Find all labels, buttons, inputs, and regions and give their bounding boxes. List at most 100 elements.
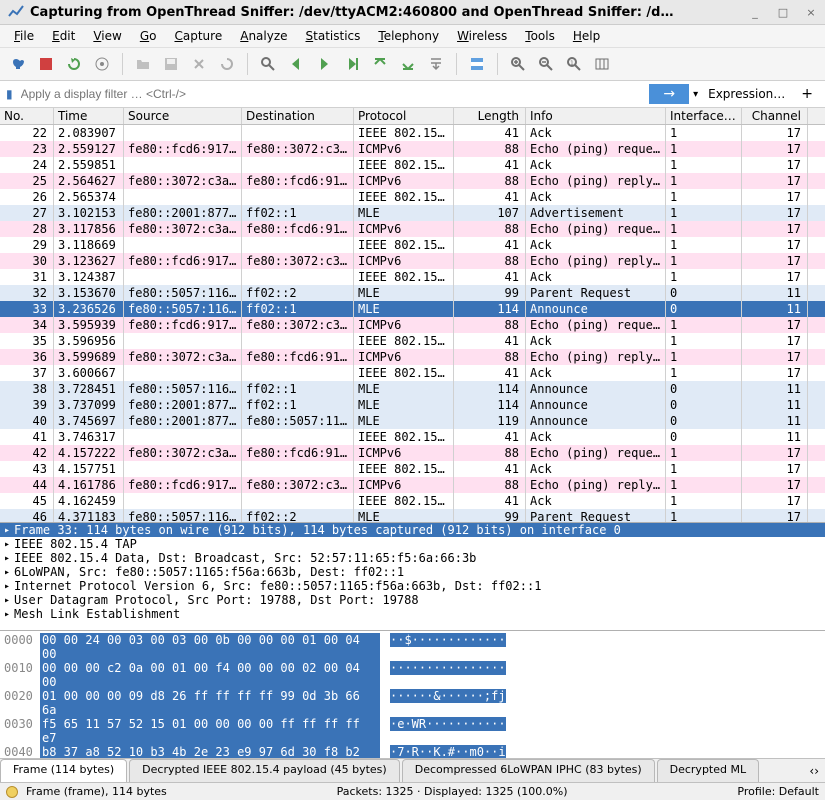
hex-row[interactable]: 000000 00 24 00 03 00 03 00 0b 00 00 00 … <box>4 633 821 661</box>
save-file-icon[interactable] <box>159 52 183 76</box>
packet-row[interactable]: 222.083907IEEE 802.15.441Ack117 <box>0 125 825 141</box>
bytes-tab[interactable]: Decrypted IEEE 802.15.4 payload (45 byte… <box>129 759 400 782</box>
hex-row[interactable]: 002001 00 00 00 09 d8 26 ff ff ff ff 99 … <box>4 689 821 717</box>
packet-list[interactable]: No.TimeSourceDestinationProtocolLengthIn… <box>0 108 825 522</box>
go-first-icon[interactable] <box>368 52 392 76</box>
column-header[interactable]: Channel <box>742 108 808 124</box>
packet-row[interactable]: 373.600667IEEE 802.15.441Ack117 <box>0 365 825 381</box>
column-header[interactable]: Destination <box>242 108 354 124</box>
add-filter-button[interactable]: + <box>795 84 819 104</box>
hex-row[interactable]: 0030f5 65 11 57 52 15 01 00 00 00 00 ff … <box>4 717 821 745</box>
packet-row[interactable]: 454.162459IEEE 802.15.441Ack117 <box>0 493 825 509</box>
column-header[interactable]: Time <box>54 108 124 124</box>
packet-bytes[interactable]: 000000 00 24 00 03 00 03 00 0b 00 00 00 … <box>0 630 825 758</box>
autoscroll-icon[interactable] <box>424 52 448 76</box>
menu-file[interactable]: File <box>6 27 42 45</box>
packet-row[interactable]: 393.737099fe80::2001:877…ff02::1MLE114An… <box>0 397 825 413</box>
packet-row[interactable]: 273.102153fe80::2001:877…ff02::1MLE107Ad… <box>0 205 825 221</box>
filter-dropdown-icon[interactable]: ▾ <box>693 89 698 100</box>
zoom-reset-icon[interactable]: 1 <box>562 52 586 76</box>
restart-capture-icon[interactable] <box>62 52 86 76</box>
expand-icon[interactable]: ▸ <box>4 581 10 592</box>
expand-icon[interactable]: ▸ <box>4 595 10 606</box>
menu-edit[interactable]: Edit <box>44 27 83 45</box>
expand-icon[interactable]: ▸ <box>4 525 10 536</box>
zoom-in-icon[interactable] <box>506 52 530 76</box>
bytes-tab[interactable]: Frame (114 bytes) <box>0 759 127 782</box>
column-header[interactable]: Source <box>124 108 242 124</box>
reload-icon[interactable] <box>215 52 239 76</box>
menu-tools[interactable]: Tools <box>517 27 563 45</box>
colorize-icon[interactable] <box>465 52 489 76</box>
packet-row[interactable]: 444.161786fe80::fcd6:917…fe80::3072:c3…I… <box>0 477 825 493</box>
packet-row[interactable]: 323.153670fe80::5057:116…ff02::2MLE99Par… <box>0 285 825 301</box>
packet-row[interactable]: 343.595939fe80::fcd6:917…fe80::3072:c3…I… <box>0 317 825 333</box>
close-button[interactable]: × <box>805 6 817 18</box>
go-forward-icon[interactable] <box>312 52 336 76</box>
minimize-button[interactable]: _ <box>749 6 761 18</box>
packet-row[interactable]: 333.236526fe80::5057:116…ff02::1MLE114An… <box>0 301 825 317</box>
tab-scroll-right-icon[interactable]: › <box>814 764 819 778</box>
tree-item[interactable]: ▸Internet Protocol Version 6, Src: fe80:… <box>0 579 825 593</box>
expand-icon[interactable]: ▸ <box>4 553 10 564</box>
start-capture-icon[interactable] <box>6 52 30 76</box>
go-last-icon[interactable] <box>396 52 420 76</box>
bytes-tab[interactable]: Decrypted ML <box>657 759 759 782</box>
tree-item[interactable]: ▸6LoWPAN, Src: fe80::5057:1165:f56a:663b… <box>0 565 825 579</box>
packet-row[interactable]: 363.599689fe80::3072:c3a…fe80::fcd6:91…I… <box>0 349 825 365</box>
display-filter-input[interactable] <box>17 83 646 105</box>
stop-capture-icon[interactable] <box>34 52 58 76</box>
packet-row[interactable]: 313.124387IEEE 802.15.441Ack117 <box>0 269 825 285</box>
tree-item[interactable]: ▸IEEE 802.15.4 Data, Dst: Broadcast, Src… <box>0 551 825 565</box>
status-profile[interactable]: Profile: Default <box>737 785 819 798</box>
packet-row[interactable]: 383.728451fe80::5057:116…ff02::1MLE114An… <box>0 381 825 397</box>
column-header[interactable]: No. <box>0 108 54 124</box>
packet-row[interactable]: 242.559851IEEE 802.15.441Ack117 <box>0 157 825 173</box>
zoom-out-icon[interactable] <box>534 52 558 76</box>
packet-row[interactable]: 353.596956IEEE 802.15.441Ack117 <box>0 333 825 349</box>
menu-help[interactable]: Help <box>565 27 608 45</box>
hex-row[interactable]: 0040b8 37 a8 52 10 b3 4b 2e 23 e9 97 6d … <box>4 745 821 758</box>
hex-row[interactable]: 001000 00 00 c2 0a 00 01 00 f4 00 00 00 … <box>4 661 821 689</box>
packet-row[interactable]: 283.117856fe80::3072:c3a…fe80::fcd6:91…I… <box>0 221 825 237</box>
menu-wireless[interactable]: Wireless <box>449 27 515 45</box>
column-header[interactable]: Info <box>526 108 666 124</box>
packet-row[interactable]: 424.157222fe80::3072:c3a…fe80::fcd6:91…I… <box>0 445 825 461</box>
column-header[interactable]: Length <box>454 108 526 124</box>
tree-item[interactable]: ▸IEEE 802.15.4 TAP <box>0 537 825 551</box>
expand-icon[interactable]: ▸ <box>4 567 10 578</box>
packet-row[interactable]: 464.371183fe80::5057:116…ff02::2MLE99Par… <box>0 509 825 522</box>
packet-row[interactable]: 434.157751IEEE 802.15.441Ack117 <box>0 461 825 477</box>
packet-row[interactable]: 262.565374IEEE 802.15.441Ack117 <box>0 189 825 205</box>
menu-go[interactable]: Go <box>132 27 165 45</box>
filter-apply-button[interactable]: → <box>649 84 689 104</box>
go-back-icon[interactable] <box>284 52 308 76</box>
packet-details[interactable]: ▸Frame 33: 114 bytes on wire (912 bits),… <box>0 522 825 630</box>
packet-row[interactable]: 303.123627fe80::fcd6:917…fe80::3072:c3…I… <box>0 253 825 269</box>
bookmark-icon[interactable]: ▮ <box>6 87 13 101</box>
maximize-button[interactable]: □ <box>777 6 789 18</box>
menu-analyze[interactable]: Analyze <box>232 27 295 45</box>
open-file-icon[interactable] <box>131 52 155 76</box>
expert-info-icon[interactable] <box>6 786 18 798</box>
menu-view[interactable]: View <box>85 27 129 45</box>
find-packet-icon[interactable] <box>256 52 280 76</box>
menu-statistics[interactable]: Statistics <box>298 27 369 45</box>
expand-icon[interactable]: ▸ <box>4 609 10 620</box>
packet-row[interactable]: 252.564627fe80::3072:c3a…fe80::fcd6:91…I… <box>0 173 825 189</box>
expression-button[interactable]: Expression… <box>702 85 791 103</box>
tree-item[interactable]: ▸Frame 33: 114 bytes on wire (912 bits),… <box>0 523 825 537</box>
packet-row[interactable]: 293.118669IEEE 802.15.441Ack117 <box>0 237 825 253</box>
column-header[interactable]: Interface ID <box>666 108 742 124</box>
menu-capture[interactable]: Capture <box>166 27 230 45</box>
capture-options-icon[interactable] <box>90 52 114 76</box>
close-file-icon[interactable] <box>187 52 211 76</box>
tree-item[interactable]: ▸User Datagram Protocol, Src Port: 19788… <box>0 593 825 607</box>
packet-row[interactable]: 413.746317IEEE 802.15.441Ack011 <box>0 429 825 445</box>
tree-item[interactable]: ▸Mesh Link Establishment <box>0 607 825 621</box>
packet-row[interactable]: 403.745697fe80::2001:877…fe80::5057:11…M… <box>0 413 825 429</box>
bytes-tab[interactable]: Decompressed 6LoWPAN IPHC (83 bytes) <box>402 759 655 782</box>
column-header[interactable]: Protocol <box>354 108 454 124</box>
resize-columns-icon[interactable] <box>590 52 614 76</box>
packet-row[interactable]: 232.559127fe80::fcd6:917…fe80::3072:c3…I… <box>0 141 825 157</box>
